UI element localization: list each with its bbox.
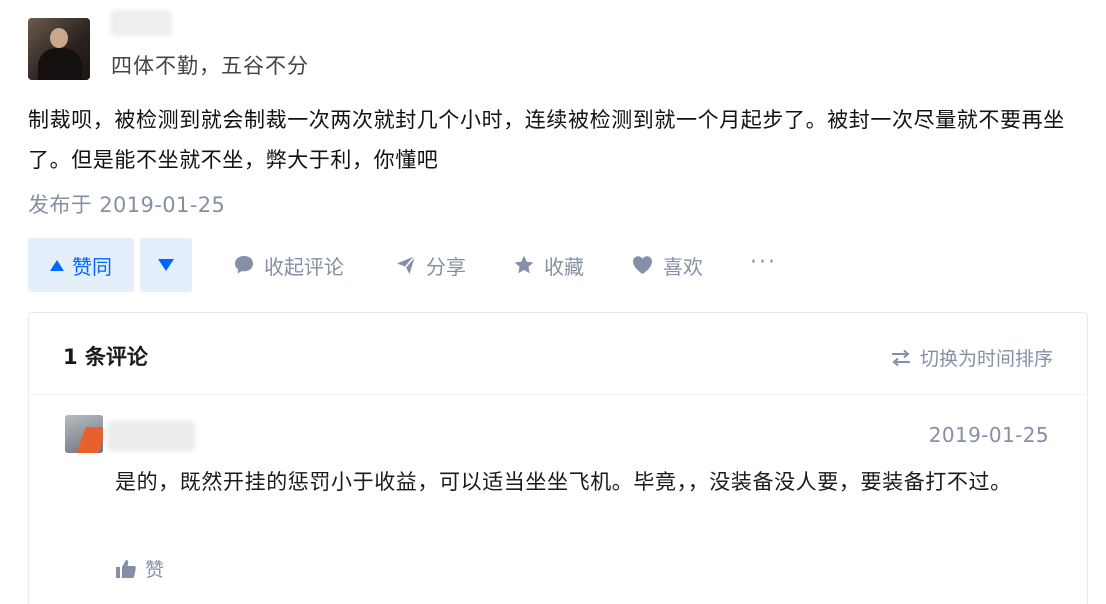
comments-count: 1 条评论 bbox=[63, 345, 148, 369]
downvote-button[interactable] bbox=[140, 238, 192, 292]
comments-header: 1 条评论 切换为时间排序 bbox=[29, 313, 1087, 395]
like-label: 喜欢 bbox=[663, 254, 703, 279]
share-button[interactable]: 分享 bbox=[395, 250, 466, 280]
comment-like-label: 赞 bbox=[145, 559, 165, 581]
thumb-up-icon bbox=[116, 559, 136, 578]
up-arrow-icon bbox=[50, 259, 64, 271]
upvote-button[interactable]: 赞同 bbox=[28, 238, 134, 292]
sort-toggle-button[interactable]: 切换为时间排序 bbox=[890, 344, 1053, 371]
like-button[interactable]: 喜欢 bbox=[631, 250, 703, 280]
author-name-redacted bbox=[110, 10, 172, 36]
commenter-name-redacted bbox=[107, 421, 195, 451]
comments-panel: 1 条评论 切换为时间排序 2019-01-25 是的，既然开挂的惩罚小于收益，… bbox=[28, 312, 1088, 604]
answer-page: 四体不勤，五谷不分 制裁呗，被检测到就会制裁一次两次就封几个小时，连续被检测到就… bbox=[0, 0, 1106, 604]
favorite-button[interactable]: 收藏 bbox=[513, 250, 584, 280]
publish-date[interactable]: 发布于 2019-01-25 bbox=[28, 189, 225, 219]
down-arrow-icon bbox=[158, 259, 174, 271]
answer-content: 制裁呗，被检测到就会制裁一次两次就封几个小时，连续被检测到就一个月起步了。被封一… bbox=[28, 108, 1065, 172]
swap-arrows-icon bbox=[891, 349, 910, 366]
share-label: 分享 bbox=[426, 254, 466, 279]
author-headline: 四体不勤，五谷不分 bbox=[111, 54, 309, 78]
comment-bubble-icon bbox=[235, 256, 253, 274]
share-plane-icon bbox=[397, 255, 416, 274]
collapse-comments-label: 收起评论 bbox=[264, 254, 344, 279]
comment-text: 是的，既然开挂的惩罚小于收益，可以适当坐坐飞机。毕竟，，没装备没人要，要装备打不… bbox=[115, 470, 1012, 494]
comment-like-button[interactable]: 赞 bbox=[115, 555, 164, 582]
star-icon bbox=[514, 255, 534, 274]
more-options-button[interactable]: ··· bbox=[750, 250, 777, 275]
author-avatar[interactable] bbox=[28, 18, 90, 80]
heart-icon bbox=[633, 256, 652, 274]
commenter-avatar[interactable] bbox=[65, 415, 103, 453]
collapse-comments-button[interactable]: 收起评论 bbox=[233, 250, 344, 280]
sort-toggle-label: 切换为时间排序 bbox=[919, 348, 1053, 370]
comment-date: 2019-01-25 bbox=[928, 423, 1049, 447]
upvote-label: 赞同 bbox=[72, 254, 112, 279]
favorite-label: 收藏 bbox=[544, 254, 584, 279]
